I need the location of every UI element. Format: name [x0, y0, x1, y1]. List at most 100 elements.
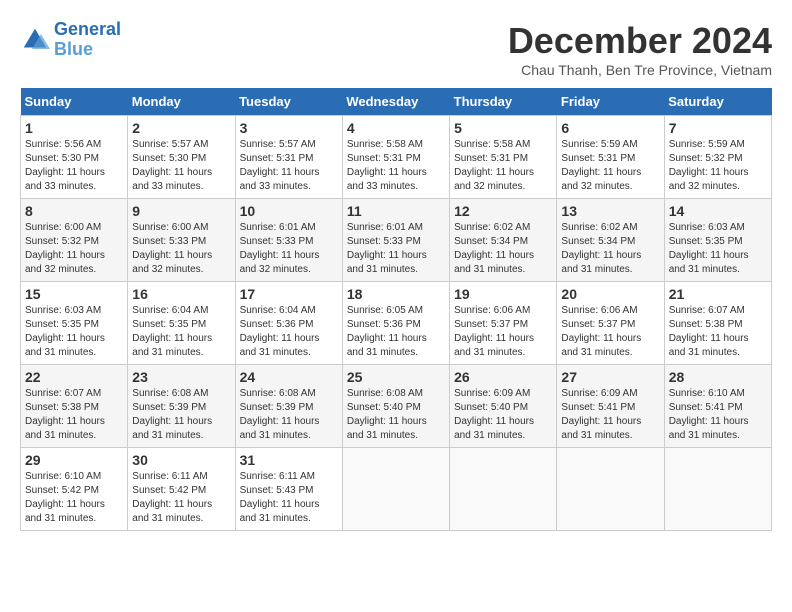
- title-block: December 2024 Chau Thanh, Ben Tre Provin…: [508, 20, 772, 78]
- day-info: Sunrise: 6:06 AM Sunset: 5:37 PM Dayligh…: [454, 304, 552, 360]
- page-header: General Blue December 2024 Chau Thanh, B…: [20, 20, 772, 78]
- calendar-cell: 15 Sunrise: 6:03 AM Sunset: 5:35 PM Dayli…: [21, 282, 128, 365]
- calendar-cell: 1 Sunrise: 5:56 AM Sunset: 5:30 PM Daylig…: [21, 116, 128, 199]
- day-info: Sunrise: 5:56 AM Sunset: 5:30 PM Dayligh…: [25, 138, 123, 194]
- calendar-cell: 30 Sunrise: 6:11 AM Sunset: 5:42 PM Dayli…: [128, 448, 235, 531]
- weekday-header-row: SundayMondayTuesdayWednesdayThursdayFrid…: [21, 88, 772, 116]
- calendar-cell: 24 Sunrise: 6:08 AM Sunset: 5:39 PM Dayli…: [235, 365, 342, 448]
- day-info: Sunrise: 6:09 AM Sunset: 5:41 PM Dayligh…: [561, 387, 659, 443]
- day-number: 8: [25, 203, 123, 219]
- day-info: Sunrise: 6:03 AM Sunset: 5:35 PM Dayligh…: [669, 221, 767, 277]
- day-info: Sunrise: 6:01 AM Sunset: 5:33 PM Dayligh…: [347, 221, 445, 277]
- weekday-header: Thursday: [450, 88, 557, 116]
- calendar-cell: [450, 448, 557, 531]
- weekday-header: Sunday: [21, 88, 128, 116]
- calendar-cell: 21 Sunrise: 6:07 AM Sunset: 5:38 PM Dayli…: [664, 282, 771, 365]
- logo-icon: [20, 25, 50, 55]
- day-info: Sunrise: 6:02 AM Sunset: 5:34 PM Dayligh…: [561, 221, 659, 277]
- day-number: 10: [240, 203, 338, 219]
- day-info: Sunrise: 6:08 AM Sunset: 5:39 PM Dayligh…: [132, 387, 230, 443]
- day-number: 14: [669, 203, 767, 219]
- calendar-cell: 3 Sunrise: 5:57 AM Sunset: 5:31 PM Daylig…: [235, 116, 342, 199]
- day-info: Sunrise: 6:00 AM Sunset: 5:32 PM Dayligh…: [25, 221, 123, 277]
- calendar-week-row: 29 Sunrise: 6:10 AM Sunset: 5:42 PM Dayli…: [21, 448, 772, 531]
- day-info: Sunrise: 6:10 AM Sunset: 5:42 PM Dayligh…: [25, 470, 123, 526]
- weekday-header: Saturday: [664, 88, 771, 116]
- weekday-header: Friday: [557, 88, 664, 116]
- day-number: 16: [132, 286, 230, 302]
- calendar-cell: [664, 448, 771, 531]
- calendar-cell: [342, 448, 449, 531]
- day-info: Sunrise: 6:07 AM Sunset: 5:38 PM Dayligh…: [669, 304, 767, 360]
- day-number: 1: [25, 120, 123, 136]
- day-info: Sunrise: 6:11 AM Sunset: 5:43 PM Dayligh…: [240, 470, 338, 526]
- day-info: Sunrise: 6:09 AM Sunset: 5:40 PM Dayligh…: [454, 387, 552, 443]
- calendar-cell: 4 Sunrise: 5:58 AM Sunset: 5:31 PM Daylig…: [342, 116, 449, 199]
- day-info: Sunrise: 5:58 AM Sunset: 5:31 PM Dayligh…: [454, 138, 552, 194]
- calendar-cell: 28 Sunrise: 6:10 AM Sunset: 5:41 PM Dayli…: [664, 365, 771, 448]
- day-number: 28: [669, 369, 767, 385]
- day-info: Sunrise: 6:05 AM Sunset: 5:36 PM Dayligh…: [347, 304, 445, 360]
- day-info: Sunrise: 6:11 AM Sunset: 5:42 PM Dayligh…: [132, 470, 230, 526]
- day-number: 29: [25, 452, 123, 468]
- calendar-week-row: 22 Sunrise: 6:07 AM Sunset: 5:38 PM Dayli…: [21, 365, 772, 448]
- day-number: 7: [669, 120, 767, 136]
- day-number: 3: [240, 120, 338, 136]
- calendar-cell: 13 Sunrise: 6:02 AM Sunset: 5:34 PM Dayli…: [557, 199, 664, 282]
- calendar-cell: 2 Sunrise: 5:57 AM Sunset: 5:30 PM Daylig…: [128, 116, 235, 199]
- day-number: 9: [132, 203, 230, 219]
- calendar-cell: 23 Sunrise: 6:08 AM Sunset: 5:39 PM Dayli…: [128, 365, 235, 448]
- day-number: 4: [347, 120, 445, 136]
- day-info: Sunrise: 6:07 AM Sunset: 5:38 PM Dayligh…: [25, 387, 123, 443]
- day-number: 22: [25, 369, 123, 385]
- calendar-cell: 5Sunrise: 5:58 AM Sunset: 5:31 PM Daylig…: [450, 116, 557, 199]
- day-number: 6: [561, 120, 659, 136]
- calendar-cell: 16 Sunrise: 6:04 AM Sunset: 5:35 PM Dayli…: [128, 282, 235, 365]
- day-number: 17: [240, 286, 338, 302]
- calendar-table: SundayMondayTuesdayWednesdayThursdayFrid…: [20, 88, 772, 531]
- calendar-cell: 27 Sunrise: 6:09 AM Sunset: 5:41 PM Dayli…: [557, 365, 664, 448]
- day-info: Sunrise: 6:08 AM Sunset: 5:39 PM Dayligh…: [240, 387, 338, 443]
- calendar-cell: 18 Sunrise: 6:05 AM Sunset: 5:36 PM Dayli…: [342, 282, 449, 365]
- calendar-cell: 12 Sunrise: 6:02 AM Sunset: 5:34 PM Dayli…: [450, 199, 557, 282]
- calendar-cell: 10 Sunrise: 6:01 AM Sunset: 5:33 PM Dayli…: [235, 199, 342, 282]
- day-info: Sunrise: 6:04 AM Sunset: 5:36 PM Dayligh…: [240, 304, 338, 360]
- day-number: 27: [561, 369, 659, 385]
- day-number: 21: [669, 286, 767, 302]
- calendar-cell: 7 Sunrise: 5:59 AM Sunset: 5:32 PM Daylig…: [664, 116, 771, 199]
- calendar-cell: 11 Sunrise: 6:01 AM Sunset: 5:33 PM Dayli…: [342, 199, 449, 282]
- day-info: Sunrise: 5:57 AM Sunset: 5:30 PM Dayligh…: [132, 138, 230, 194]
- day-info: Sunrise: 5:58 AM Sunset: 5:31 PM Dayligh…: [347, 138, 445, 194]
- calendar-cell: 9Sunrise: 6:00 AM Sunset: 5:33 PM Daylig…: [128, 199, 235, 282]
- day-number: 2: [132, 120, 230, 136]
- calendar-cell: 26Sunrise: 6:09 AM Sunset: 5:40 PM Dayli…: [450, 365, 557, 448]
- day-number: 11: [347, 203, 445, 219]
- day-info: Sunrise: 5:57 AM Sunset: 5:31 PM Dayligh…: [240, 138, 338, 194]
- day-number: 23: [132, 369, 230, 385]
- month-title: December 2024: [508, 20, 772, 62]
- calendar-cell: 29 Sunrise: 6:10 AM Sunset: 5:42 PM Dayli…: [21, 448, 128, 531]
- day-number: 12: [454, 203, 552, 219]
- day-info: Sunrise: 6:03 AM Sunset: 5:35 PM Dayligh…: [25, 304, 123, 360]
- day-number: 19: [454, 286, 552, 302]
- weekday-header: Monday: [128, 88, 235, 116]
- day-info: Sunrise: 6:01 AM Sunset: 5:33 PM Dayligh…: [240, 221, 338, 277]
- day-info: Sunrise: 5:59 AM Sunset: 5:32 PM Dayligh…: [669, 138, 767, 194]
- day-info: Sunrise: 6:10 AM Sunset: 5:41 PM Dayligh…: [669, 387, 767, 443]
- calendar-cell: [557, 448, 664, 531]
- day-number: 30: [132, 452, 230, 468]
- day-info: Sunrise: 5:59 AM Sunset: 5:31 PM Dayligh…: [561, 138, 659, 194]
- calendar-cell: 8 Sunrise: 6:00 AM Sunset: 5:32 PM Daylig…: [21, 199, 128, 282]
- day-info: Sunrise: 6:04 AM Sunset: 5:35 PM Dayligh…: [132, 304, 230, 360]
- weekday-header: Wednesday: [342, 88, 449, 116]
- day-info: Sunrise: 6:06 AM Sunset: 5:37 PM Dayligh…: [561, 304, 659, 360]
- calendar-cell: 14 Sunrise: 6:03 AM Sunset: 5:35 PM Dayli…: [664, 199, 771, 282]
- day-number: 20: [561, 286, 659, 302]
- logo-text: General Blue: [54, 20, 121, 60]
- day-info: Sunrise: 6:02 AM Sunset: 5:34 PM Dayligh…: [454, 221, 552, 277]
- day-number: 13: [561, 203, 659, 219]
- day-number: 15: [25, 286, 123, 302]
- day-number: 24: [240, 369, 338, 385]
- calendar-cell: 20 Sunrise: 6:06 AM Sunset: 5:37 PM Dayli…: [557, 282, 664, 365]
- day-number: 18: [347, 286, 445, 302]
